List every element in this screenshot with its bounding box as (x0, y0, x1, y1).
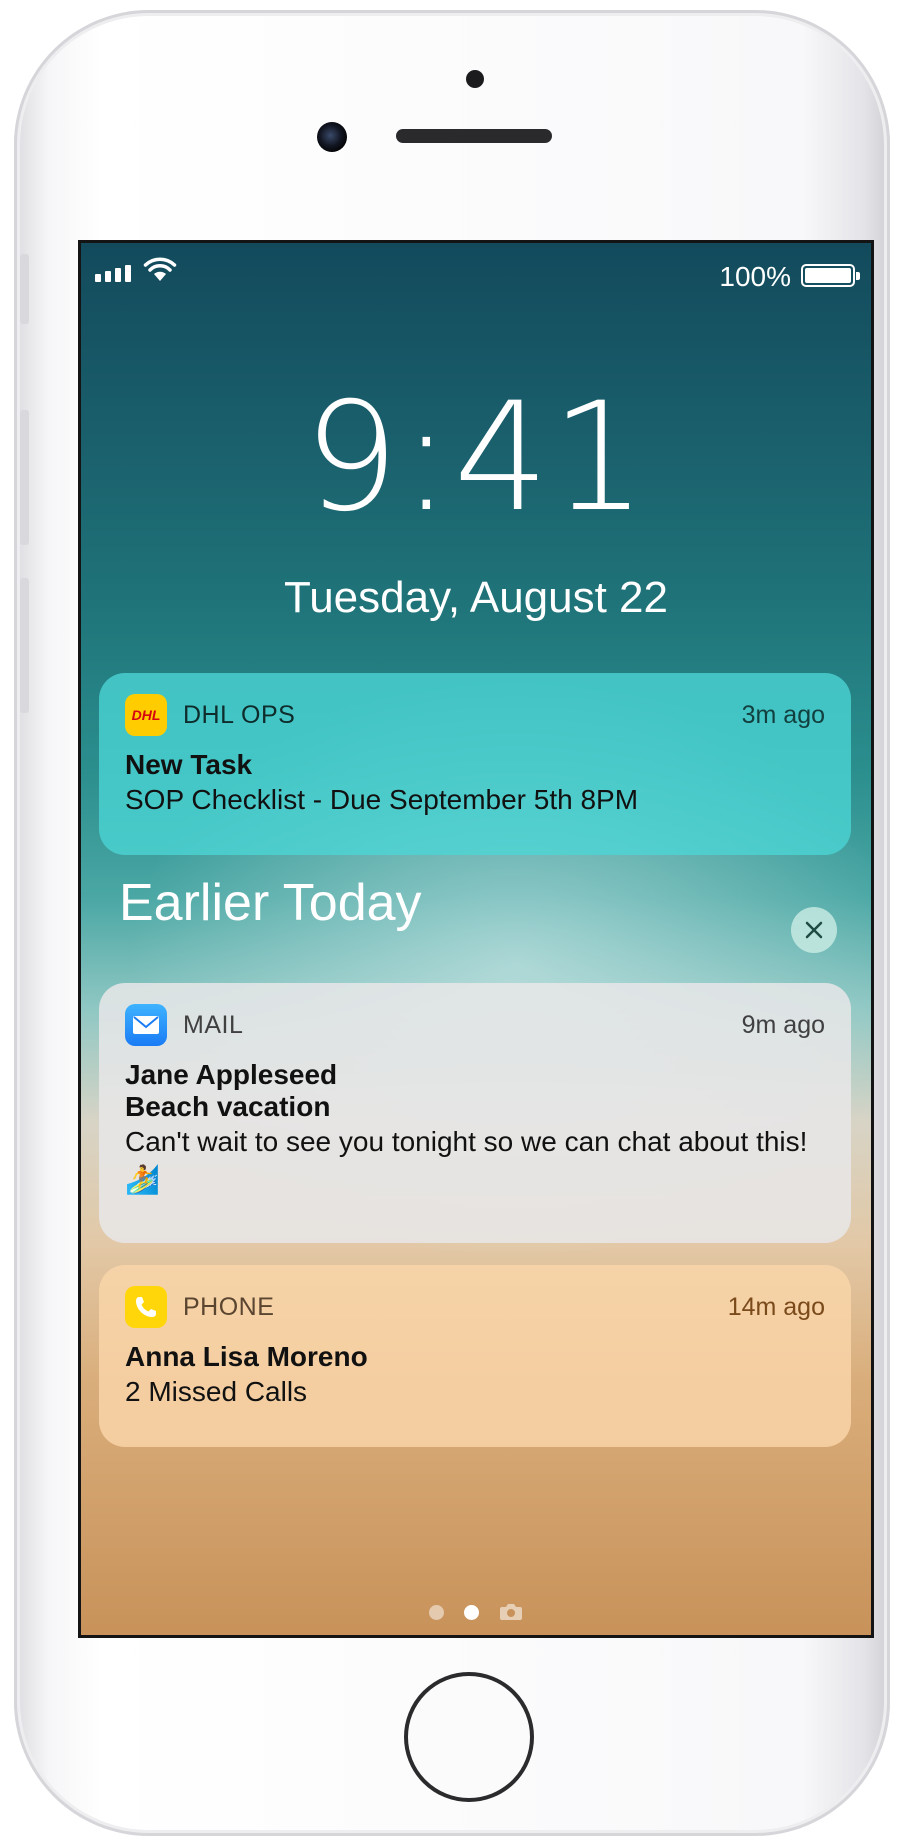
lock-screen-date: Tuesday, August 22 (283, 573, 669, 622)
mail-preview: Can't wait to see you tonight so we can … (125, 1126, 808, 1195)
mute-switch (20, 254, 29, 324)
volume-up-button (20, 410, 29, 545)
notification-phone[interactable]: PHONE 14m ago Anna Lisa Moreno 2 Missed … (99, 1265, 851, 1447)
wifi-icon (143, 257, 177, 281)
notification-app-name: DHL OPS (183, 700, 296, 729)
dhl-icon: DHL (125, 694, 167, 736)
notification-app-name: MAIL (183, 1010, 244, 1039)
mail-icon (125, 1004, 167, 1046)
earpiece-speaker (396, 129, 552, 143)
lock-screen: 100% 9:41 Tuesday, August 22 DHL DHL OPS… (78, 240, 874, 1638)
notification-app-name: PHONE (183, 1292, 275, 1321)
mail-subject: Beach vacation (125, 1091, 331, 1122)
notification-body: SOP Checklist - Due September 5th 8PM (125, 784, 639, 815)
front-camera (317, 122, 347, 152)
notification-dhl-ops[interactable]: DHL DHL OPS 3m ago New Task SOP Checklis… (99, 673, 851, 855)
phone-device: 100% 9:41 Tuesday, August 22 DHL DHL OPS… (14, 10, 890, 1836)
lock-screen-time: 9:41 (303, 371, 649, 545)
proximity-sensor (466, 70, 484, 88)
phone-icon (125, 1286, 167, 1328)
notification-time: 14m ago (727, 1292, 825, 1321)
notification-title: New Task (125, 749, 253, 780)
battery-fill (805, 268, 851, 283)
page-indicator (81, 1603, 871, 1621)
missed-calls-text: 2 Missed Calls (125, 1376, 308, 1407)
clear-notifications-button[interactable] (791, 907, 837, 953)
caller-name: Anna Lisa Moreno (125, 1341, 368, 1372)
notification-time: 3m ago (741, 700, 825, 729)
home-button[interactable] (404, 1672, 534, 1802)
notification-mail[interactable]: MAIL 9m ago Jane Appleseed Beach vacatio… (99, 983, 851, 1243)
battery-percentage: 100% (719, 261, 791, 292)
mail-sender: Jane Appleseed (125, 1059, 338, 1090)
battery-icon (801, 264, 860, 287)
section-heading-earlier-today: Earlier Today (119, 874, 422, 932)
page-dot (429, 1604, 444, 1620)
close-icon (805, 921, 823, 939)
status-bar: 100% (81, 251, 871, 295)
camera-icon (500, 1604, 522, 1620)
page-dot-active (464, 1604, 479, 1620)
notification-time: 9m ago (741, 1010, 825, 1039)
volume-down-button (20, 578, 29, 713)
signal-icon (95, 265, 131, 282)
